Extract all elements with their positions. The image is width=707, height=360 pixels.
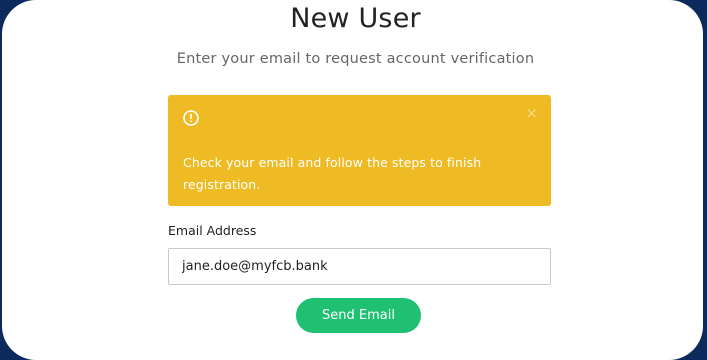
email-label: Email Address — [168, 223, 257, 238]
registration-card: New User Enter your email to request acc… — [2, 0, 703, 360]
email-field[interactable] — [168, 248, 551, 285]
exclamation-circle-icon — [183, 110, 199, 126]
verification-alert: × Check your email and follow the steps … — [168, 95, 551, 206]
send-email-button[interactable]: Send Email — [296, 298, 421, 333]
alert-message: Check your email and follow the steps to… — [183, 155, 482, 192]
close-icon[interactable]: × — [525, 104, 538, 122]
page-subtitle: Enter your email to request account veri… — [176, 51, 535, 67]
page-title: New User — [290, 3, 421, 34]
